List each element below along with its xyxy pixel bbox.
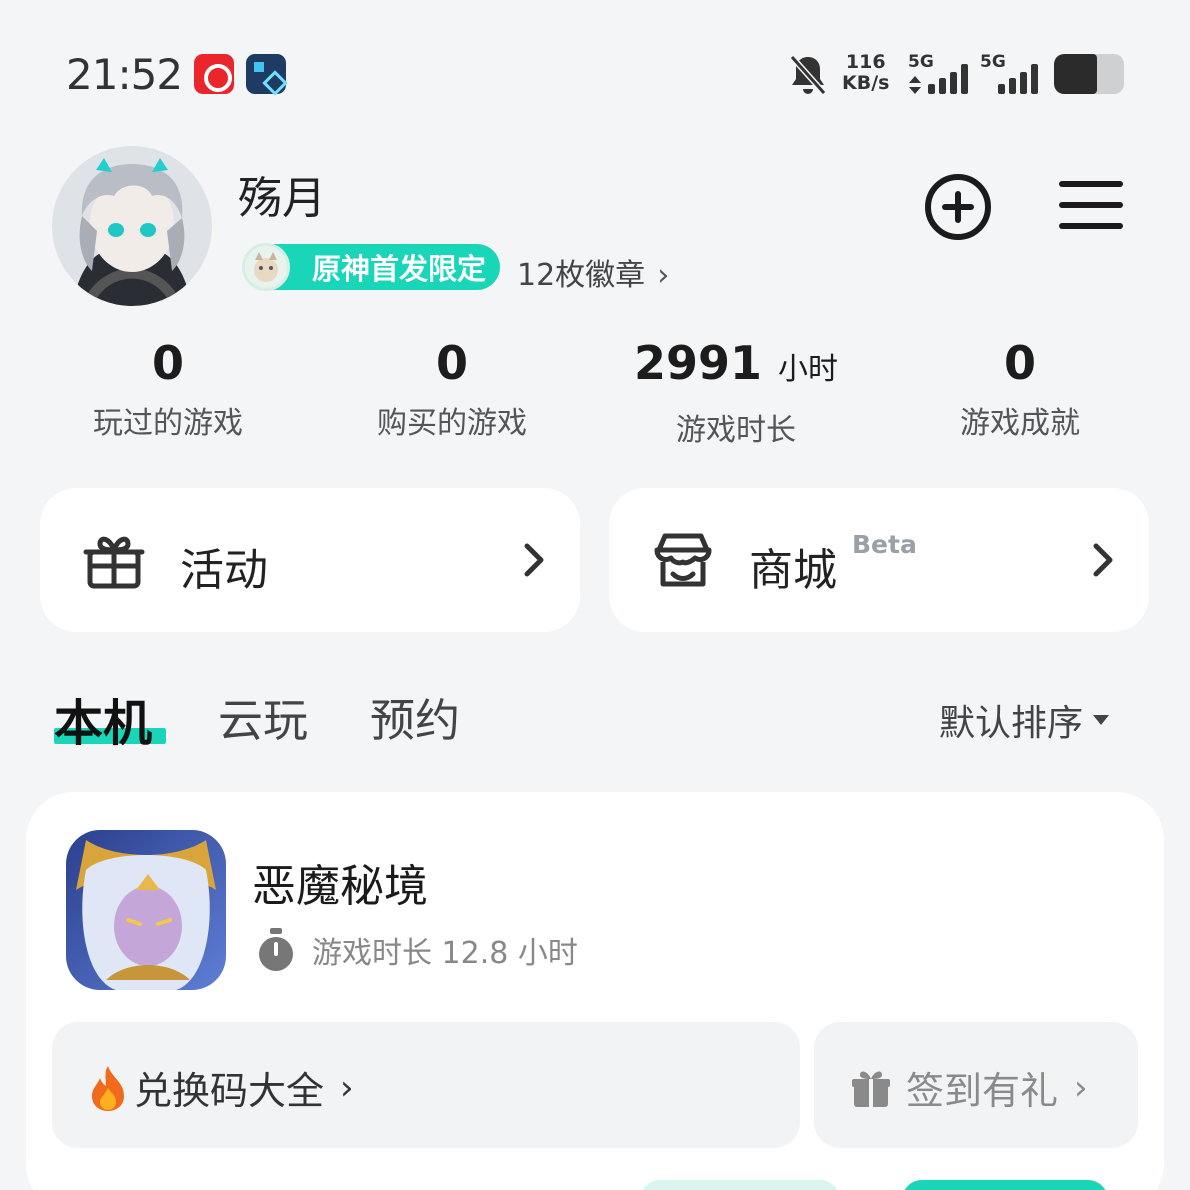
avatar[interactable] xyxy=(52,146,212,306)
signal-sim1: 5G xyxy=(908,52,972,96)
network-speed-value: 116 xyxy=(845,51,886,73)
stat-label: 游戏成就 xyxy=(960,406,1080,441)
stat-value: 0 xyxy=(1003,336,1036,390)
secondary-action-button[interactable] xyxy=(640,1180,840,1190)
signin-gift-panel[interactable]: 签到有礼 › xyxy=(814,1022,1138,1148)
signin-gift-label: 签到有礼 xyxy=(906,1069,1059,1113)
stat-purchased-games[interactable]: 0 购买的游戏 xyxy=(332,334,572,442)
primary-action-button[interactable] xyxy=(902,1180,1108,1190)
stat-label: 游戏时长 xyxy=(676,413,796,448)
game-title: 恶魔秘境 xyxy=(252,861,428,912)
stat-label: 玩过的游戏 xyxy=(93,406,243,441)
username: 殇月 xyxy=(238,173,326,224)
chevron-right-icon: › xyxy=(340,1067,354,1108)
game-card[interactable]: 恶魔秘境 游戏时长 12.8 小时 兑换码大全 › 签到有礼 › xyxy=(26,792,1164,1190)
stopwatch-icon xyxy=(259,928,293,971)
flame-icon xyxy=(92,1065,124,1111)
badge-avatar-icon xyxy=(242,243,290,291)
game-playtime-label: 游戏时长 12.8 小时 xyxy=(312,936,578,971)
gift-icon xyxy=(83,536,145,589)
netease-music-icon xyxy=(194,54,234,94)
beta-tag: Beta xyxy=(852,530,917,559)
tab-local[interactable]: 本机 xyxy=(54,684,166,755)
battery-icon xyxy=(1054,54,1124,94)
stat-playtime[interactable]: 2991 小时 游戏时长 xyxy=(616,334,856,449)
shop-icon xyxy=(654,533,712,587)
network-speed: 116 KB/s xyxy=(842,52,889,94)
stat-value: 0 xyxy=(435,336,468,390)
activity-label: 活动 xyxy=(180,545,268,596)
badge-count-link[interactable]: 12枚徽章 › xyxy=(517,250,669,294)
signal-sim2: 5G xyxy=(980,52,1044,96)
data-arrows-icon xyxy=(909,76,921,94)
status-time: 21:52 xyxy=(66,50,183,99)
tab-cloud[interactable]: 云玩 xyxy=(218,684,308,749)
gift-icon xyxy=(852,1071,890,1107)
chevron-right-icon xyxy=(1093,543,1113,577)
badge-count-label: 12枚徽章 xyxy=(517,258,646,293)
stat-unit: 小时 xyxy=(778,352,839,387)
badge-label: 原神首发限定 xyxy=(272,244,501,290)
bell-muted-icon xyxy=(789,55,827,95)
sort-label: 默认排序 xyxy=(939,703,1084,744)
chevron-right-icon: › xyxy=(657,258,670,293)
sort-dropdown[interactable]: 默认排序 xyxy=(939,694,1110,746)
gamer-app-icon xyxy=(246,54,286,94)
stat-value: 0 xyxy=(151,336,184,390)
stat-achievements[interactable]: 0 游戏成就 xyxy=(900,334,1140,442)
shop-card[interactable]: 商城 Beta xyxy=(609,488,1149,632)
shop-label: 商城 xyxy=(749,545,837,596)
badge-pill[interactable]: 原神首发限定 xyxy=(242,243,501,291)
redeem-codes-panel[interactable]: 兑换码大全 › xyxy=(52,1022,800,1148)
game-icon[interactable] xyxy=(66,830,226,990)
battery-fill xyxy=(1054,54,1098,94)
chevron-right-icon xyxy=(524,543,544,577)
caret-down-icon xyxy=(1093,715,1110,725)
stat-played-games[interactable]: 0 玩过的游戏 xyxy=(48,334,288,442)
menu-icon[interactable] xyxy=(1056,172,1126,242)
game-playtime: 游戏时长 12.8 小时 xyxy=(256,928,578,972)
chevron-right-icon: › xyxy=(1074,1067,1088,1108)
tab-reserve[interactable]: 预约 xyxy=(370,684,460,749)
status-bar: 21:52 116 KB/s 5G 5G xyxy=(0,0,1190,150)
network-speed-unit: KB/s xyxy=(842,72,890,94)
activity-card[interactable]: 活动 xyxy=(40,488,580,632)
redeem-codes-label: 兑换码大全 xyxy=(134,1069,325,1113)
add-circle-icon[interactable] xyxy=(923,172,993,242)
stat-value: 2991 小时 xyxy=(633,336,839,390)
stat-label: 购买的游戏 xyxy=(377,406,527,441)
